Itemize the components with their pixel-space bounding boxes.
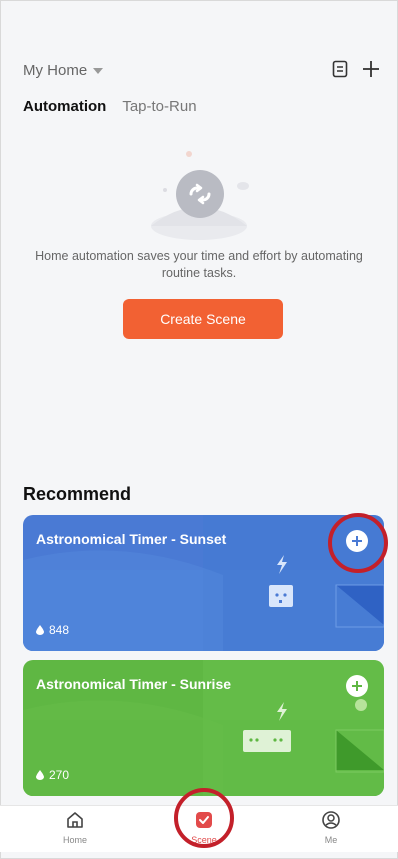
log-icon[interactable] <box>332 60 348 78</box>
drop-icon <box>36 625 44 635</box>
card-title: Astronomical Timer - Sunrise <box>36 676 232 692</box>
home-icon <box>67 812 83 828</box>
automation-illustration <box>139 148 259 243</box>
highlight-circle-scene <box>174 788 234 848</box>
header: My Home <box>0 56 398 88</box>
home-selector[interactable]: My Home <box>23 62 104 79</box>
chevron-down-icon <box>93 67 104 74</box>
profile-icon <box>322 811 340 829</box>
recommend-card-sunrise[interactable]: Astronomical Timer - Sunrise 270 <box>23 660 384 796</box>
card-count-value: 848 <box>49 623 70 637</box>
card-usage-count: 270 <box>36 768 69 782</box>
tabbar-label: Me <box>324 835 338 845</box>
tab-automation[interactable]: Automation <box>23 98 106 115</box>
tabbar-label: Home <box>62 835 87 845</box>
tab-tap-to-run[interactable]: Tap-to-Run <box>122 98 196 115</box>
card-title: Astronomical Timer - Sunset <box>36 531 227 547</box>
plus-icon[interactable] <box>362 60 380 78</box>
highlight-circle-add <box>328 513 388 573</box>
plus-icon <box>352 681 362 691</box>
drop-icon <box>36 770 44 780</box>
scene-tabs: Automation Tap-to-Run <box>23 98 197 115</box>
create-scene-button[interactable]: Create Scene <box>123 299 283 339</box>
add-card-button[interactable] <box>346 675 368 697</box>
empty-state-text: Home automation saves your time and effo… <box>35 249 363 280</box>
tabbar-item-home[interactable]: Home <box>45 810 105 845</box>
card-usage-count: 848 <box>36 623 69 637</box>
card-count-value: 270 <box>49 768 70 782</box>
recommend-heading: Recommend <box>23 484 132 504</box>
tabbar-item-me[interactable]: Me <box>301 810 361 845</box>
home-name: My Home <box>23 62 88 79</box>
